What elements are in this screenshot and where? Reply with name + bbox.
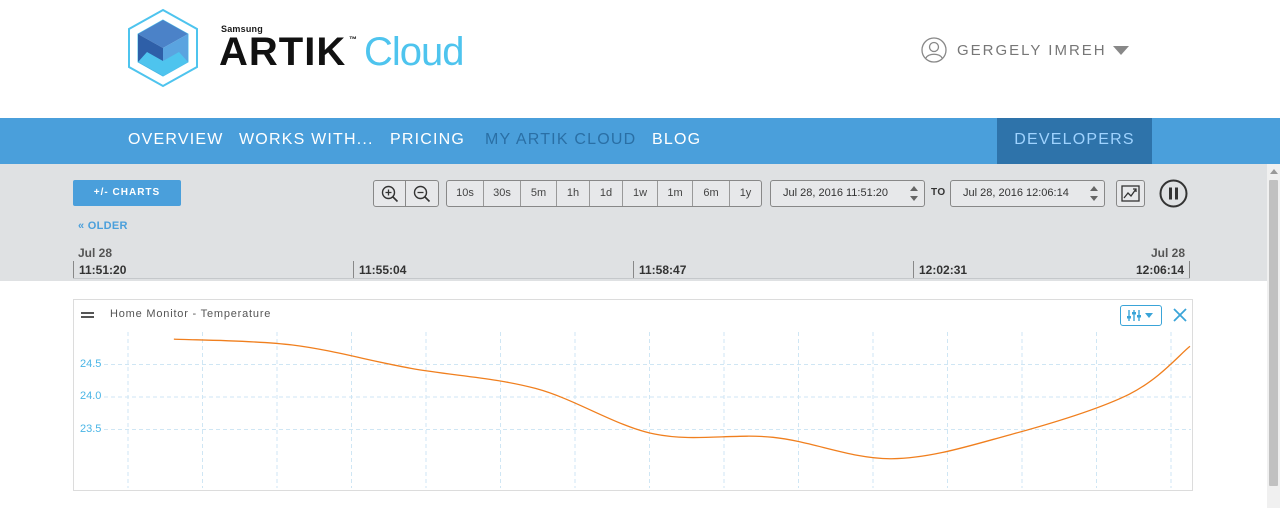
logo-trademark: ™ <box>349 35 357 44</box>
range-button-1h[interactable]: 1h <box>557 181 590 206</box>
timeline-end-date: Jul 28 <box>1151 246 1186 260</box>
spinner-icon[interactable] <box>910 186 918 201</box>
zoom-controls <box>373 180 439 207</box>
chart-export-icon <box>1121 185 1140 202</box>
timeline-start-date: Jul 28 <box>78 246 113 260</box>
time-range-buttons: 10s 30s 5m 1h 1d 1w 1m 6m 1y <box>446 180 762 207</box>
sliders-icon <box>1127 310 1153 321</box>
timeline-tick-label: 11:58:47 <box>639 263 687 277</box>
user-name: GERGELY IMREH <box>957 41 1107 59</box>
timeline-tick-label: 11:51:20 <box>79 263 127 277</box>
nav-item-developers[interactable]: DEVELOPERS <box>997 118 1152 164</box>
chart-settings-button[interactable] <box>1120 305 1162 326</box>
timeline-tick <box>913 261 914 279</box>
nav-item-overview[interactable]: OVERVIEW <box>128 118 224 164</box>
zoom-out-icon <box>413 185 431 202</box>
temperature-series-line <box>173 338 1191 460</box>
older-link[interactable]: « OLDER <box>78 220 128 232</box>
timeline-tick-label: 12:02:31 <box>919 263 968 277</box>
timeline-axis <box>73 278 1190 279</box>
range-button-1m[interactable]: 1m <box>658 181 693 206</box>
scroll-up-arrow-icon[interactable] <box>1270 169 1278 174</box>
range-button-1d[interactable]: 1d <box>590 181 623 206</box>
chevron-down-icon <box>1112 45 1129 55</box>
range-button-30s[interactable]: 30s <box>484 181 521 206</box>
chart-title: Home Monitor - Temperature <box>110 308 272 320</box>
timeline-tick <box>1189 261 1190 279</box>
range-button-1y[interactable]: 1y <box>730 181 761 206</box>
user-icon <box>921 37 947 63</box>
export-chart-button[interactable] <box>1116 180 1145 207</box>
nav-item-developers-label: DEVELOPERS <box>1014 131 1135 148</box>
nav-item-my-artik-cloud[interactable]: MY ARTIK CLOUD <box>485 118 636 164</box>
to-label: TO <box>931 187 946 198</box>
y-axis-tick-label: 24.5 <box>80 357 102 370</box>
range-button-10s[interactable]: 10s <box>447 181 484 206</box>
drag-handle-icon[interactable] <box>81 311 94 319</box>
nav-item-pricing[interactable]: PRICING <box>390 118 465 164</box>
pause-icon[interactable] <box>1159 179 1188 208</box>
close-icon[interactable] <box>1171 306 1189 324</box>
end-datetime-input[interactable]: Jul 28, 2016 12:06:14 <box>950 180 1105 207</box>
scrollbar-thumb[interactable] <box>1269 180 1278 486</box>
logo-artik-text: ARTIK <box>219 30 347 74</box>
nav-item-works-with[interactable]: WORKS WITH... <box>239 118 374 164</box>
timeline-tick <box>353 261 354 279</box>
nav-item-blog[interactable]: BLOG <box>652 118 701 164</box>
timeline-tick <box>73 261 74 279</box>
spinner-icon[interactable] <box>1090 186 1098 201</box>
main-nav: OVERVIEW WORKS WITH... PRICING MY ARTIK … <box>0 118 1280 164</box>
chart-card: Home Monitor - Temperature 23.5 24.0 24.5 <box>73 299 1193 491</box>
timeline-tick-label: 11:55:04 <box>359 263 407 277</box>
range-button-5m[interactable]: 5m <box>521 181 557 206</box>
logo-cloud-text: Cloud <box>364 30 465 74</box>
artik-cube-logo-icon[interactable] <box>127 8 199 88</box>
timeline-tick-label: 12:06:14 <box>1136 263 1185 277</box>
start-datetime-value: Jul 28, 2016 11:51:20 <box>783 187 888 199</box>
site-header: Samsung ARTIK ™ Cloud GERGELY IMREH <box>0 0 1280 118</box>
zoom-in-button[interactable] <box>374 181 406 206</box>
zoom-in-icon <box>381 185 398 202</box>
temperature-chart <box>104 332 1191 488</box>
chart-toolbar: +/- CHARTS 10s 30s 5m 1h 1d 1w 1m 6m 1y <box>0 164 1267 281</box>
y-axis-tick-label: 24.0 <box>80 390 102 402</box>
user-menu[interactable]: GERGELY IMREH <box>921 37 1129 63</box>
range-button-6m[interactable]: 6m <box>693 181 730 206</box>
start-datetime-input[interactable]: Jul 28, 2016 11:51:20 <box>770 180 925 207</box>
range-button-1w[interactable]: 1w <box>623 181 658 206</box>
toggle-charts-button[interactable]: +/- CHARTS <box>73 180 181 206</box>
zoom-out-button[interactable] <box>406 181 438 206</box>
y-axis-tick-label: 23.5 <box>80 422 102 435</box>
end-datetime-value: Jul 28, 2016 12:06:14 <box>963 187 1069 199</box>
timeline-tick <box>633 261 634 279</box>
page-scrollbar[interactable] <box>1267 164 1280 508</box>
